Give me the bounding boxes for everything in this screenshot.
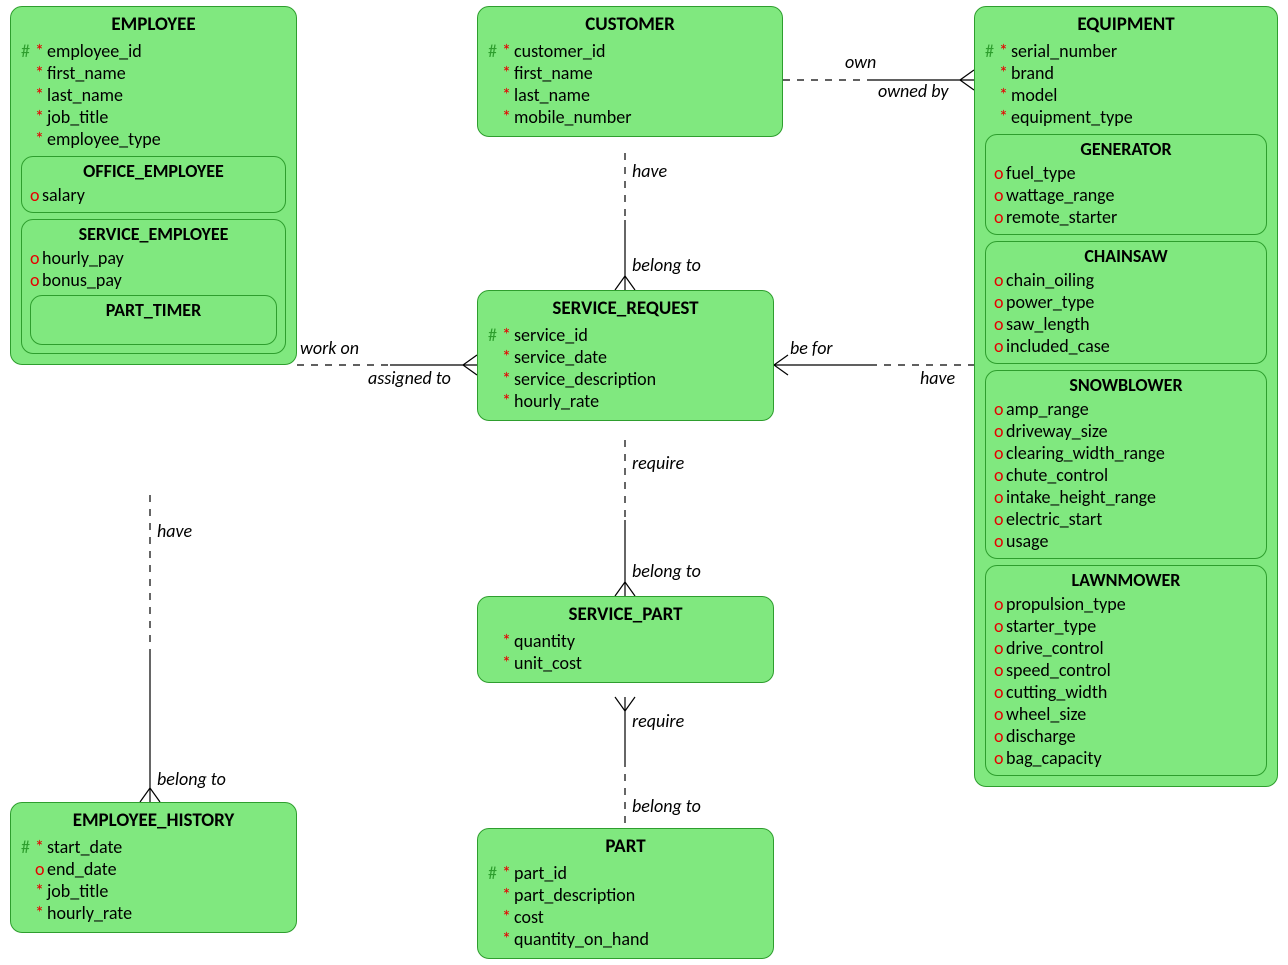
entity-lawnmower: LAWNMOWER opropulsion_type ostarter_type… [985,565,1267,776]
entity-title: SNOWBLOWER [992,374,1260,396]
attr-row: obag_capacity [992,747,1260,769]
entity-service-request: SERVICE_REQUEST #*service_id *service_da… [477,290,774,421]
entity-title: SERVICE_REQUEST [486,297,765,320]
attr-row: odischarge [992,725,1260,747]
attr-row: opropulsion_type [992,593,1260,615]
attr-row: *employee_type [19,128,288,150]
entity-title: CHAINSAW [992,245,1260,267]
attr-row: *model [983,84,1269,106]
rel-label-own: own [845,51,876,73]
attr-row: *last_name [486,84,774,106]
attr-row: *equipment_type [983,106,1269,128]
attr-row: ousage [992,530,1260,552]
entity-part-timer: PART_TIMER [30,295,277,345]
entity-part: PART #*part_id *part_description *cost *… [477,828,774,959]
attr-row: *service_description [486,368,765,390]
attr-row: *quantity_on_hand [486,928,765,950]
entity-title: CUSTOMER [486,13,774,36]
rel-label-belongto-3: belong to [632,560,701,582]
entity-equipment: EQUIPMENT #*serial_number *brand *model … [974,6,1278,787]
attr-row: *job_title [19,106,288,128]
entity-title: PART_TIMER [37,299,270,321]
attr-row: #*start_date [19,836,288,858]
attr-row: ohourly_pay [28,247,279,269]
attr-row: *first_name [486,62,774,84]
attr-row: oelectric_start [992,508,1260,530]
entity-chainsaw: CHAINSAW ochain_oiling opower_type osaw_… [985,241,1267,364]
entity-service-part: SERVICE_PART *quantity *unit_cost [477,596,774,683]
rel-label-have-2: have [920,367,955,389]
rel-label-belongto-4: belong to [632,795,701,817]
attr-row: #*customer_id [486,40,774,62]
entity-title: SERVICE_PART [486,603,765,626]
rel-label-require-1: require [632,452,684,474]
attr-row: oclearing_width_range [992,442,1260,464]
attr-row: #*part_id [486,862,765,884]
entity-generator: GENERATOR ofuel_type owattage_range orem… [985,134,1267,235]
attr-row: ostarter_type [992,615,1260,637]
entity-employee: EMPLOYEE #*employee_id *first_name *last… [10,6,297,365]
entity-title: GENERATOR [992,138,1260,160]
rel-label-owned-by: owned by [878,80,948,102]
attr-row: *part_description [486,884,765,906]
attr-row: osalary [28,184,279,206]
attr-row: *cost [486,906,765,928]
attr-row: *hourly_rate [19,902,288,924]
rel-label-have-1: have [632,160,667,182]
attr-row: *hourly_rate [486,390,765,412]
attr-row: ocutting_width [992,681,1260,703]
attr-row: *unit_cost [486,652,765,674]
attr-row: oend_date [19,858,288,880]
attr-row: owheel_size [992,703,1260,725]
attr-row: #*employee_id [19,40,288,62]
attr-row: ointake_height_range [992,486,1260,508]
rel-label-befor: be for [790,337,833,359]
entity-employee-history: EMPLOYEE_HISTORY #*start_date oend_date … [10,802,297,933]
attr-row: opower_type [992,291,1260,313]
rel-label-assignedto: assigned to [368,367,451,389]
rel-label-workon: work on [300,337,359,359]
attr-row: *mobile_number [486,106,774,128]
rel-label-require-2: require [632,710,684,732]
attr-row: *first_name [19,62,288,84]
attr-row: *last_name [19,84,288,106]
attr-row: oincluded_case [992,335,1260,357]
attr-row: osaw_length [992,313,1260,335]
entity-title: PART [486,835,765,858]
attr-row: owattage_range [992,184,1260,206]
entity-title: EMPLOYEE [19,13,288,36]
attr-row: ochain_oiling [992,269,1260,291]
attr-row: *job_title [19,880,288,902]
attr-row: oamp_range [992,398,1260,420]
entity-office-employee: OFFICE_EMPLOYEE osalary [21,156,286,213]
attr-row: #*service_id [486,324,765,346]
attr-row: #*serial_number [983,40,1269,62]
rel-label-have-3: have [157,520,192,542]
entity-title: SERVICE_EMPLOYEE [28,223,279,245]
rel-label-belongto-1: belong to [632,254,701,276]
attr-row: ospeed_control [992,659,1260,681]
entity-service-employee: SERVICE_EMPLOYEE ohourly_pay obonus_pay … [21,219,286,354]
attr-row: *brand [983,62,1269,84]
entity-snowblower: SNOWBLOWER oamp_range odriveway_size ocl… [985,370,1267,559]
entity-customer: CUSTOMER #*customer_id *first_name *last… [477,6,783,137]
attr-row: *quantity [486,630,765,652]
attr-row: odriveway_size [992,420,1260,442]
attr-row: oremote_starter [992,206,1260,228]
entity-title: OFFICE_EMPLOYEE [28,160,279,182]
attr-row: ofuel_type [992,162,1260,184]
entity-title: EQUIPMENT [983,13,1269,36]
entity-title: LAWNMOWER [992,569,1260,591]
rel-label-belongto-2: belong to [157,768,226,790]
attr-row: *service_date [486,346,765,368]
attr-row: odrive_control [992,637,1260,659]
attr-row: ochute_control [992,464,1260,486]
attr-row: obonus_pay [28,269,279,291]
entity-title: EMPLOYEE_HISTORY [19,809,288,832]
